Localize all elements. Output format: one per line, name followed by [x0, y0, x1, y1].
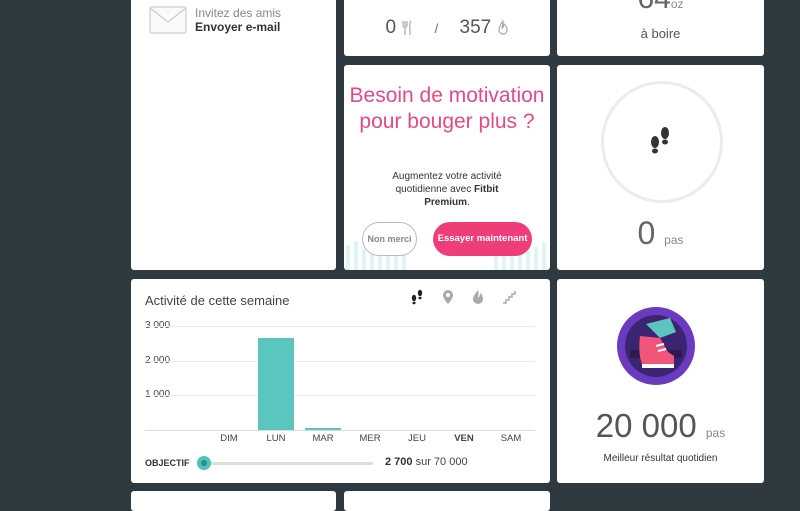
- grid-line: [145, 361, 535, 362]
- water-card[interactable]: 64oz à boire: [557, 0, 764, 56]
- best-day-badge-card[interactable]: 20 000 pas Meilleur résultat quotidien: [557, 279, 764, 483]
- flame-small-icon: [497, 19, 508, 35]
- promo-title: Besoin de motivation pour bouger plus ?: [349, 84, 545, 133]
- location-icon[interactable]: [440, 289, 456, 305]
- water-label: à boire: [640, 26, 681, 41]
- weekly-activity-card: Activité de cette semaine 3 000 2 000 1 …: [131, 279, 550, 483]
- flame-icon[interactable]: [470, 289, 486, 305]
- promo-body-end: .: [467, 197, 470, 208]
- food-card[interactable]: 0 / 357: [344, 0, 550, 56]
- water-unit: oz: [670, 0, 684, 11]
- grid-line: [145, 326, 535, 327]
- steps-unit: pas: [664, 233, 684, 247]
- water-value: 64: [637, 0, 670, 15]
- badge-label: Meilleur résultat quotidien: [603, 453, 718, 464]
- premium-promo-card: Besoin de motivation pour bouger plus ? …: [344, 65, 550, 270]
- invite-label: Invitez des amis: [195, 6, 282, 20]
- next-tile: [344, 491, 550, 511]
- day-label: VEN: [454, 433, 474, 444]
- steps-value: 0: [637, 215, 656, 251]
- objective-label: OBJECTIF: [145, 458, 190, 468]
- day-label: LUN: [266, 433, 286, 444]
- no-thanks-button[interactable]: Non merci: [362, 222, 417, 256]
- bar-mar[interactable]: [305, 428, 341, 430]
- sneaker-badge-icon: [617, 307, 695, 385]
- invite-card: Invitez des amis Envoyer e-mail: [131, 0, 336, 270]
- promo-body: Augmentez votre activité quotidienne ave…: [374, 170, 520, 209]
- calories-eaten: 0: [385, 17, 397, 38]
- day-label: JEU: [408, 433, 426, 444]
- badge-value: 20 000: [595, 407, 697, 444]
- day-label: DIM: [220, 433, 238, 444]
- objective-slider-handle[interactable]: [197, 456, 211, 470]
- calories-burned: 357: [459, 17, 492, 38]
- objective-total: sur 70 000: [415, 456, 468, 468]
- steps-card[interactable]: 0 pas: [557, 65, 764, 270]
- baseline: [145, 430, 535, 431]
- fork-knife-icon: [402, 20, 412, 35]
- bar-lun[interactable]: [258, 338, 294, 430]
- stairs-icon[interactable]: [501, 289, 517, 305]
- day-label: MER: [359, 433, 381, 444]
- day-label: SAM: [500, 433, 522, 444]
- day-label: MAR: [312, 433, 334, 444]
- footsteps-icon: [651, 127, 669, 154]
- badge-unit: pas: [705, 426, 726, 440]
- objective-current: 2 700: [385, 456, 413, 468]
- grid-line: [145, 395, 535, 396]
- food-separator: /: [434, 20, 439, 36]
- send-email-link[interactable]: Envoyer e-mail: [195, 20, 281, 34]
- footsteps-icon[interactable]: [409, 289, 425, 305]
- next-tile: [131, 491, 336, 511]
- try-now-button[interactable]: Essayer maintenant: [433, 222, 532, 256]
- week-title: Activité de cette semaine: [145, 293, 290, 308]
- objective-value: 2 700 sur 70 000: [385, 456, 468, 468]
- envelope-icon[interactable]: [149, 6, 187, 34]
- objective-slider-track[interactable]: [203, 462, 373, 465]
